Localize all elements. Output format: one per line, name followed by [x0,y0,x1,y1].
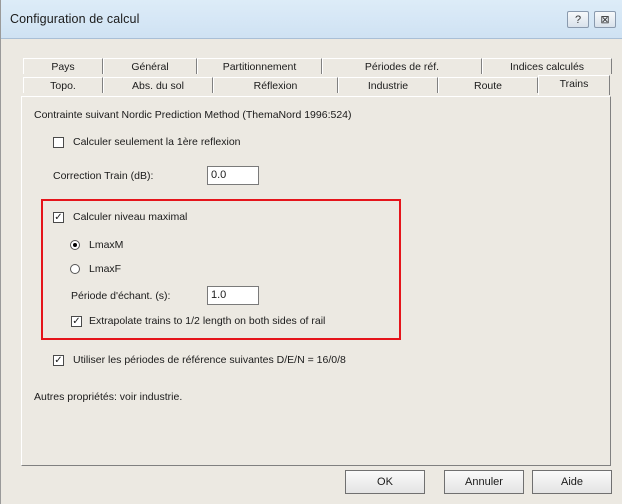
radio-selected-dot [73,243,77,247]
method-description: Contrainte suivant Nordic Prediction Met… [34,109,352,121]
correction-input[interactable]: 0.0 [207,166,259,185]
first-reflection-checkbox[interactable] [53,137,64,148]
lmaxf-label: LmaxF [89,263,122,275]
extrapolate-checkbox[interactable]: ✓ [71,316,82,327]
ref-periods-label: Utiliser les périodes de référence suiva… [73,354,346,366]
tab-periodes-ref[interactable]: Périodes de réf. [322,58,482,74]
tab-partitionnement[interactable]: Partitionnement [197,58,322,74]
tab-abs-sol[interactable]: Abs. du sol [103,77,213,93]
lmaxm-label: LmaxM [89,239,124,251]
max-level-checkbox[interactable]: ✓ [53,212,64,223]
ref-periods-checkbox[interactable]: ✓ [53,355,64,366]
lmaxm-radio[interactable] [70,240,80,250]
other-properties-text: Autres propriétés: voir industrie. [34,391,183,403]
max-level-label: Calculer niveau maximal [73,211,188,223]
tab-trains[interactable]: Trains [538,75,610,95]
tab-pays[interactable]: Pays [23,58,103,74]
help-button[interactable]: Aide [532,470,612,494]
dialog-window: Configuration de calcul ? ⊠ Pays Général… [0,0,622,504]
tab-indices-calcules[interactable]: Indices calculés [482,58,612,74]
close-icon[interactable]: ⊠ [594,11,616,28]
help-title-button[interactable]: ? [567,11,589,28]
lmaxf-radio[interactable] [70,264,80,274]
tab-industrie[interactable]: Industrie [338,77,438,93]
periode-input[interactable]: 1.0 [207,286,259,305]
ok-button[interactable]: OK [345,470,425,494]
window-title: Configuration de calcul [10,12,140,26]
extrapolate-label: Extrapolate trains to 1/2 length on both… [89,315,326,327]
cancel-button[interactable]: Annuler [444,470,524,494]
tab-topo[interactable]: Topo. [23,77,103,93]
correction-label: Correction Train (dB): [53,170,154,182]
periode-label: Période d'échant. (s): [71,290,171,302]
first-reflection-label: Calculer seulement la 1ère reflexion [73,136,241,148]
tab-general[interactable]: Général [103,58,197,74]
title-bar: Configuration de calcul ? ⊠ [1,0,622,39]
tab-route[interactable]: Route [438,77,538,93]
tab-reflexion[interactable]: Réflexion [213,77,338,93]
